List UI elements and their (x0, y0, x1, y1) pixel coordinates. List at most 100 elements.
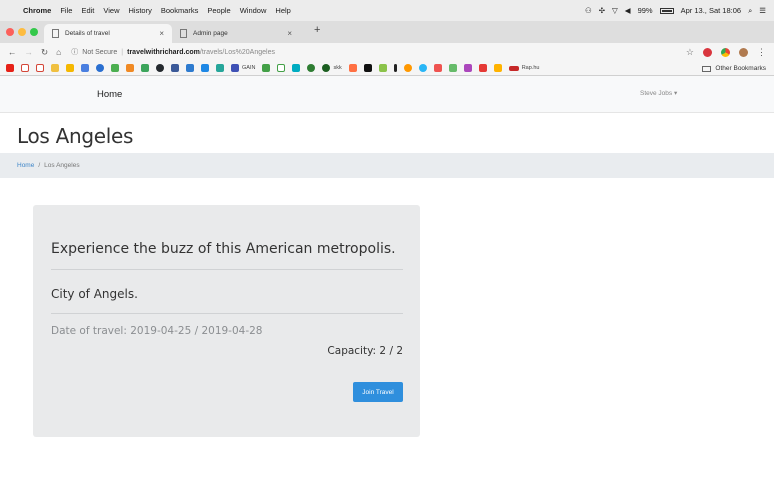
bookmark-pin-icon[interactable] (463, 64, 472, 72)
other-bookmarks[interactable]: Other Bookmarks (702, 61, 766, 76)
reload-icon[interactable]: ↻ (41, 47, 48, 58)
travel-details-card: Experience the buzz of this American met… (33, 205, 420, 437)
bookmark-leaf-icon[interactable] (448, 64, 457, 72)
page-title: Los Angeles (17, 124, 134, 148)
nav-home-link[interactable]: Home (97, 89, 122, 100)
menu-people[interactable]: People (207, 6, 230, 15)
bookmark-gain-label[interactable]: GAIN (242, 65, 255, 71)
gmail-icon[interactable] (21, 64, 29, 72)
tab-strip: Details of travel × Admin page × (0, 21, 774, 43)
site-navbar: Home Steve Jobs ▾ (0, 76, 774, 113)
forward-arrow-icon[interactable]: → (25, 47, 34, 58)
bookmark-camera-icon[interactable] (433, 64, 442, 72)
new-tab-button[interactable]: + (314, 24, 320, 36)
gmail-icon[interactable] (36, 64, 44, 72)
close-tab-icon[interactable]: × (159, 29, 164, 38)
cloud-icon[interactable] (201, 64, 209, 72)
star-icon[interactable] (111, 64, 119, 72)
travel-subtitle: City of Angels. (51, 287, 138, 301)
profile-avatar[interactable] (739, 47, 748, 57)
travel-capacity: Capacity: 2 / 2 (327, 345, 403, 357)
spotlight-search-icon[interactable]: ⌕ (748, 6, 752, 16)
extension-multicolor-icon[interactable] (721, 47, 730, 57)
tab-title: Admin page (193, 30, 228, 37)
menu-history[interactable]: History (129, 6, 152, 15)
bookmark-teal-icon[interactable] (216, 64, 224, 72)
notification-center-icon[interactable]: ☰ (759, 6, 766, 15)
menu-edit[interactable]: Edit (81, 6, 94, 15)
bookmark-flag-icon[interactable] (478, 64, 487, 72)
clock[interactable]: Apr 13., Sat 18:06 (681, 6, 741, 15)
bookmark-green-icon[interactable] (141, 64, 149, 72)
breadcrumb-separator: / (38, 162, 41, 169)
os-menu-bar: Chrome File Edit View History Bookmarks … (0, 0, 774, 21)
breadcrumb-home-link[interactable]: Home (17, 162, 34, 169)
bluetooth-icon[interactable]: ✣ (599, 6, 605, 15)
bookmark-blue-square-icon[interactable] (186, 64, 194, 72)
back-arrow-icon[interactable]: ← (8, 47, 17, 58)
bookmark-orange-icon[interactable] (126, 64, 134, 72)
user-menu-dropdown[interactable]: Steve Jobs ▾ (640, 89, 677, 97)
bookmark-yellow-icon[interactable] (66, 64, 74, 72)
close-window-button[interactable] (6, 28, 14, 36)
menu-app-chrome[interactable]: Chrome (23, 6, 51, 15)
bookmark-rap-label[interactable]: Rap.hu (522, 65, 540, 71)
menu-view[interactable]: View (103, 6, 119, 15)
battery-icon[interactable] (659, 7, 674, 14)
tab-details-of-travel[interactable]: Details of travel × (44, 24, 172, 43)
bookmark-skk-icon[interactable] (322, 64, 331, 72)
bookmark-w-icon[interactable] (378, 64, 387, 72)
menu-bookmarks[interactable]: Bookmarks (161, 6, 199, 15)
extension-red-icon[interactable] (703, 47, 712, 57)
bookmarks-bar: GAIN skk Rap.hu (0, 61, 774, 76)
bookmark-orange-circle-icon[interactable] (403, 64, 412, 72)
youtube-icon[interactable] (6, 64, 14, 72)
binoculars-icon[interactable]: ⚇ (585, 6, 592, 15)
battery-percent[interactable]: 99% (638, 6, 653, 15)
volume-icon[interactable]: ◀ (625, 6, 631, 15)
bookmark-cyan-icon[interactable] (292, 64, 301, 72)
home-icon[interactable]: ⌂ (56, 47, 61, 58)
url-host: travelwithrichard.com (127, 48, 200, 56)
travel-lead-text: Experience the buzz of this American met… (51, 241, 396, 257)
status-area: ⚇ ✣ ▽ ◀ 99% Apr 13., Sat 18:06 ⌕ ☰ (585, 0, 766, 21)
star-bookmark-icon[interactable]: ☆ (686, 47, 694, 58)
url-separator: | (121, 48, 124, 56)
url-path: /travels/Los%20Angeles (199, 48, 275, 56)
omnibox[interactable]: ⓘ Not Secure | travelwithrichard.com/tra… (71, 47, 275, 57)
bookmark-blue-circle-icon[interactable] (96, 64, 104, 72)
tab-admin-page[interactable]: Admin page × (172, 24, 300, 43)
wifi-icon[interactable]: ▽ (612, 6, 618, 15)
bookmark-skk-label[interactable]: skk (333, 65, 341, 71)
bookmark-frame-icon[interactable] (277, 64, 286, 72)
pencil-icon[interactable] (51, 64, 59, 72)
menu-help[interactable]: Help (275, 6, 290, 15)
info-icon[interactable]: ⓘ (71, 47, 78, 57)
travel-date: Date of travel: 2019-04-25 / 2019-04-28 (51, 325, 263, 337)
caret-down-icon: ▾ (673, 90, 678, 97)
menu-file[interactable]: File (60, 6, 72, 15)
bookmark-b-icon[interactable] (363, 64, 372, 72)
bookmark-blue-icon[interactable] (81, 64, 89, 72)
close-tab-icon[interactable]: × (287, 29, 292, 38)
nav-buttons: ← → ↻ ⌂ (0, 47, 61, 58)
bookmark-rap-icon[interactable] (508, 65, 519, 71)
bookmark-eye-icon[interactable] (418, 64, 427, 72)
minimize-window-button[interactable] (18, 28, 26, 36)
bookmark-indigo-icon[interactable] (231, 64, 239, 72)
join-travel-button[interactable]: Join Travel (353, 382, 403, 402)
folder-icon (702, 65, 712, 72)
breadcrumb: Home / Los Angeles (0, 153, 774, 178)
facebook-icon[interactable] (171, 64, 179, 72)
bookmark-fire-icon[interactable] (348, 64, 357, 72)
github-icon[interactable] (156, 64, 164, 72)
bookmark-green-c-icon[interactable] (262, 64, 271, 72)
divider (51, 313, 403, 314)
menu-window[interactable]: Window (240, 6, 267, 15)
bookmark-info-icon[interactable] (393, 64, 397, 72)
more-menu-icon[interactable]: ⋮ (757, 47, 766, 58)
breadcrumb-current: Los Angeles (44, 162, 80, 169)
bookmark-grid-icon[interactable] (493, 64, 502, 72)
bookmark-dark-green-icon[interactable] (307, 64, 316, 72)
zoom-window-button[interactable] (30, 28, 38, 36)
